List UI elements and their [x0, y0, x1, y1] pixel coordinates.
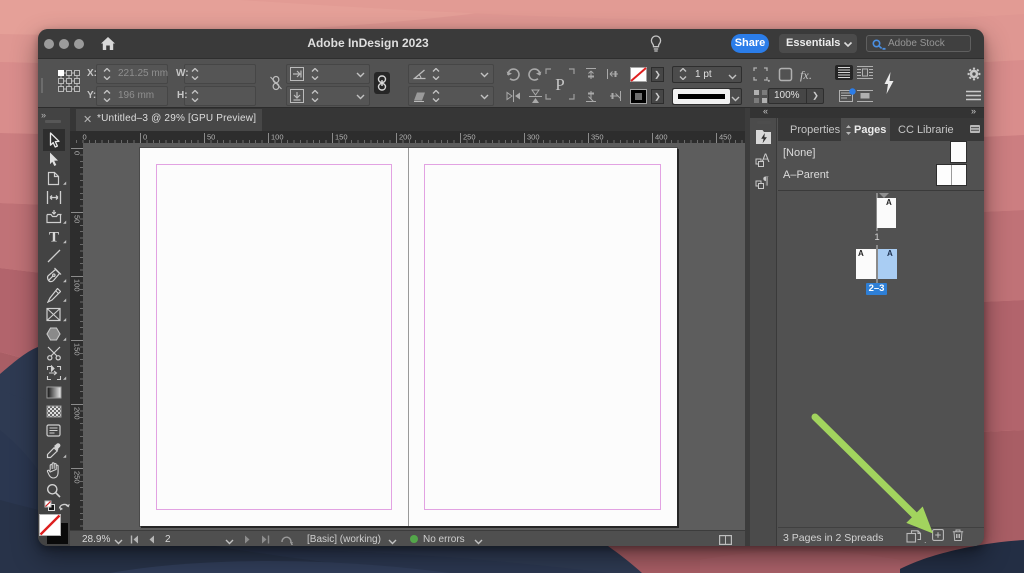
- svg-text:150: 150: [335, 133, 348, 142]
- svg-text:400: 400: [655, 133, 668, 142]
- svg-text:0: 0: [73, 151, 82, 155]
- svg-text:100: 100: [271, 133, 284, 142]
- svg-text:P: P: [555, 75, 564, 94]
- svg-text:¶: ¶: [763, 173, 769, 187]
- svg-text:350: 350: [591, 133, 604, 142]
- svg-text:0: 0: [83, 133, 87, 142]
- svg-text:100: 100: [73, 279, 82, 292]
- svg-text:50: 50: [73, 215, 82, 223]
- svg-text:0: 0: [143, 133, 147, 142]
- svg-text:250: 250: [73, 471, 82, 484]
- svg-text:300: 300: [527, 133, 540, 142]
- svg-text:200: 200: [73, 407, 82, 420]
- svg-text:150: 150: [73, 343, 82, 356]
- svg-text:250: 250: [463, 133, 476, 142]
- svg-text:450: 450: [719, 133, 732, 142]
- svg-text:50: 50: [207, 133, 215, 142]
- svg-text:200: 200: [399, 133, 412, 142]
